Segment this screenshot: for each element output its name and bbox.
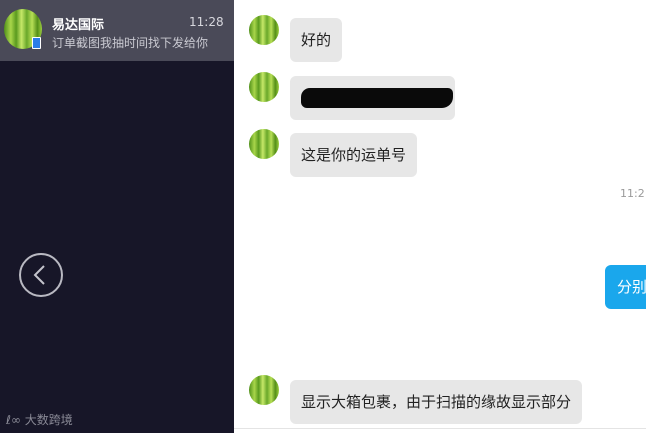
watermark-text: 大数跨境 (24, 413, 73, 427)
watermark-logo-icon: ℓ∞ (6, 413, 21, 427)
conversation-item[interactable]: 易达国际 11:28 订单截图我抽时间找下发给你 (0, 0, 234, 61)
back-button[interactable] (19, 253, 63, 297)
message-bubble: 显示大箱包裹，由于扫描的缘故显示部分 (290, 380, 583, 424)
chat-area: 好的 这是你的运单号 11:2 分别 显示大箱包裹，由于扫描的缘故显示部分 (234, 0, 646, 433)
avatar (249, 375, 279, 405)
avatar (249, 15, 279, 45)
conversation-preview: 订单截图我抽时间找下发给你 (52, 36, 209, 50)
message-timestamp: 11:2 (620, 187, 645, 200)
message-bubble: 好的 (290, 18, 343, 62)
divider (234, 428, 646, 429)
conversation-sidebar: 易达国际 11:28 订单截图我抽时间找下发给你 ℓ∞ 大数跨境 (0, 0, 234, 433)
message-bubble: 这是你的运单号 (290, 133, 418, 177)
chevron-left-icon (33, 265, 45, 285)
conversation-name: 易达国际 (52, 18, 105, 33)
outgoing-message-bubble: 分别 (605, 265, 646, 309)
conversation-time: 11:28 (189, 15, 224, 29)
device-icon (32, 37, 41, 49)
watermark: ℓ∞ 大数跨境 (6, 411, 73, 428)
redaction-mark (301, 88, 453, 108)
avatar (249, 129, 279, 159)
avatar (249, 72, 279, 102)
